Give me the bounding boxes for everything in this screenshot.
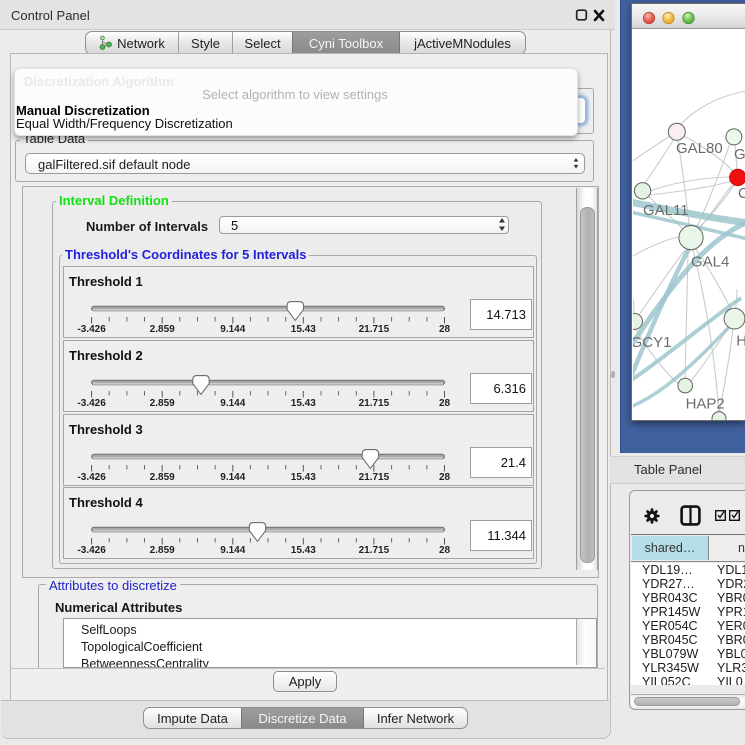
svg-text:GA: GA <box>734 146 745 163</box>
svg-text:HAP2: HAP2 <box>686 396 725 413</box>
svg-text:GAL11: GAL11 <box>643 202 689 219</box>
svg-text:GAL4: GAL4 <box>691 254 729 271</box>
svg-text:C: C <box>738 185 745 202</box>
svg-text:GCY1: GCY1 <box>633 334 671 351</box>
svg-text:H: H <box>736 332 745 349</box>
svg-text:GAL80: GAL80 <box>676 140 723 157</box>
